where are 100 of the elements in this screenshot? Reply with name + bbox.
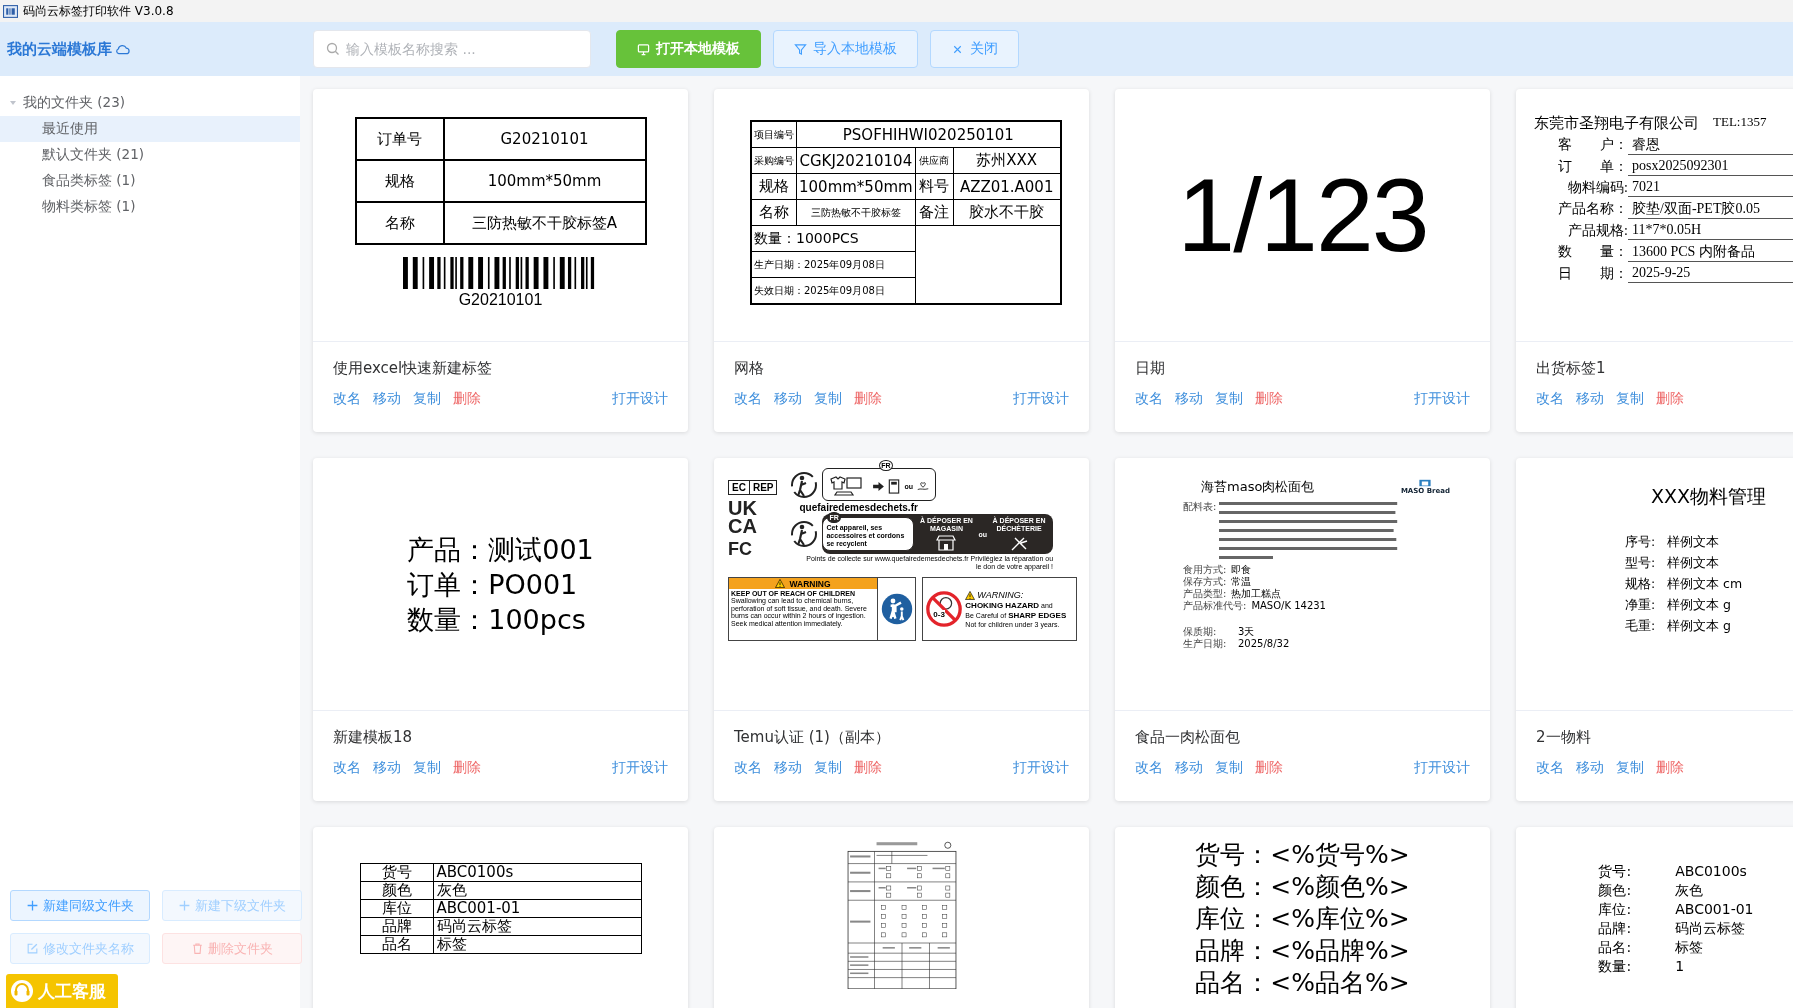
field-label: 数量: bbox=[1598, 958, 1632, 976]
card-action-link[interactable]: 删除 bbox=[453, 759, 481, 777]
card-action-link[interactable]: 复制 bbox=[413, 390, 441, 408]
card-action-link[interactable]: 删除 bbox=[1656, 759, 1684, 777]
label-text: 颜色：<%颜色%> bbox=[1195, 871, 1410, 903]
open-design-link[interactable]: 打开设计 bbox=[1414, 759, 1470, 777]
trash-icon bbox=[191, 942, 204, 955]
field-value: 13600 PCS 内附备品 bbox=[1628, 243, 1793, 262]
field-value: posx2025092301 bbox=[1628, 158, 1793, 176]
table-cell: 名称 bbox=[751, 199, 797, 226]
field-value: 灰色 bbox=[1675, 882, 1705, 900]
card-action-link[interactable]: 删除 bbox=[453, 390, 481, 408]
field-value: ABC001-01 bbox=[1675, 901, 1754, 919]
label-text: 订单：PO001 bbox=[407, 567, 579, 602]
card-action-link[interactable]: 改名 bbox=[1135, 390, 1163, 408]
product-title: 海苔maso肉松面包 bbox=[1200, 478, 1315, 496]
field-label: 保存方式: bbox=[1183, 576, 1227, 588]
adult-child-icon bbox=[880, 593, 913, 625]
folder-button[interactable]: 新建同级文件夹 bbox=[10, 890, 150, 921]
table-cell: 灰色 bbox=[433, 881, 641, 900]
template-name: 2一物料 bbox=[1536, 728, 1592, 747]
table-cell: 货号 bbox=[360, 863, 433, 882]
card-action-link[interactable]: 删除 bbox=[1255, 390, 1283, 408]
table-cell: 标签 bbox=[433, 935, 641, 954]
toolbar-button[interactable]: 导入本地模板 bbox=[773, 30, 918, 68]
recycle-icon bbox=[789, 469, 820, 500]
table-cell: 码尚云标签 bbox=[433, 917, 641, 936]
table-cell: 规格 bbox=[751, 173, 797, 200]
card-action-link[interactable]: 改名 bbox=[1135, 759, 1163, 777]
template-name: 网格 bbox=[734, 359, 765, 378]
open-design-link[interactable]: 打开设计 bbox=[612, 390, 668, 408]
card-action-link[interactable]: 复制 bbox=[814, 390, 842, 408]
filter-icon bbox=[794, 42, 807, 56]
toolbar-button[interactable]: 关闭 bbox=[930, 30, 1019, 68]
card-action-link[interactable]: 改名 bbox=[1536, 390, 1564, 408]
card-action-link[interactable]: 复制 bbox=[1215, 390, 1243, 408]
card-action-link[interactable]: 移动 bbox=[1576, 759, 1604, 777]
field-label: 规格: bbox=[1624, 576, 1656, 593]
card-action-link[interactable]: 移动 bbox=[1175, 390, 1203, 408]
field-label: 序号: bbox=[1624, 534, 1656, 551]
card-action-link[interactable]: 移动 bbox=[1576, 390, 1604, 408]
label-text: 品牌：<%品牌%> bbox=[1195, 935, 1410, 967]
label-text: 库位：<%库位%> bbox=[1195, 903, 1410, 935]
table-cell: CGKJ20210104 bbox=[796, 147, 916, 174]
label-text: 货号：<%货号%> bbox=[1195, 839, 1410, 871]
table-cell: 三防热敏不干胶标签 bbox=[796, 199, 916, 226]
library-title: 我的云端模板库 bbox=[7, 39, 112, 59]
card-action-link[interactable]: 移动 bbox=[1175, 759, 1203, 777]
card-action-link[interactable]: 改名 bbox=[1536, 759, 1564, 777]
field-label: 保质期: bbox=[1183, 626, 1218, 638]
field-value: 1 bbox=[1675, 958, 1686, 976]
open-design-link[interactable]: 打开设计 bbox=[1013, 759, 1069, 777]
template-name: 日期 bbox=[1135, 359, 1166, 378]
template-name: Temu认证 (1)（副本） bbox=[734, 728, 891, 747]
card-action-link[interactable]: 移动 bbox=[774, 390, 802, 408]
card-action-link[interactable]: 删除 bbox=[1656, 390, 1684, 408]
field-label: 产品规格: bbox=[1567, 222, 1628, 240]
field-value: 样例文本 g bbox=[1667, 618, 1732, 635]
open-design-link[interactable]: 打开设计 bbox=[1414, 390, 1470, 408]
field-label: 毛重: bbox=[1624, 618, 1656, 635]
open-design-link[interactable]: 打开设计 bbox=[1013, 390, 1069, 408]
table-cell: 规格 bbox=[355, 160, 444, 202]
card-action-link[interactable]: 移动 bbox=[373, 390, 401, 408]
card-action-link[interactable]: 复制 bbox=[1616, 759, 1644, 777]
search-field[interactable]: 输入模板名称搜索 ... bbox=[313, 30, 591, 68]
card-action-link[interactable]: 移动 bbox=[373, 759, 401, 777]
field-label: 产品标准代号: bbox=[1183, 600, 1247, 612]
folder-item[interactable]: 食品类标签 (1) bbox=[0, 168, 300, 194]
card-action-link[interactable]: 移动 bbox=[774, 759, 802, 777]
table-cell: 供应商 bbox=[915, 147, 954, 174]
open-design-link[interactable]: 打开设计 bbox=[612, 759, 668, 777]
template-name: 食品一肉松面包 bbox=[1135, 728, 1241, 747]
field-value: 胶垫/双面-PET胶0.05 bbox=[1628, 200, 1793, 219]
field-value: 热加工糕点 bbox=[1231, 588, 1282, 600]
folder-item[interactable]: 默认文件夹 (21) bbox=[0, 142, 300, 168]
card-action-link[interactable]: 复制 bbox=[1616, 390, 1644, 408]
app-icon bbox=[3, 4, 18, 18]
label-text: 品名：<%品名%> bbox=[1195, 967, 1410, 999]
card-action-link[interactable]: 改名 bbox=[333, 390, 361, 408]
card-action-link[interactable]: 复制 bbox=[814, 759, 842, 777]
table-cell: 订单号 bbox=[355, 118, 444, 160]
ukca-mark: UK CA bbox=[728, 499, 758, 535]
template-name: 出货标签1 bbox=[1536, 359, 1607, 378]
card-action-link[interactable]: 删除 bbox=[854, 390, 882, 408]
warning-title: WARNING bbox=[789, 578, 831, 589]
field-label: 净重: bbox=[1624, 597, 1656, 614]
card-action-link[interactable]: 删除 bbox=[854, 759, 882, 777]
folder-item[interactable]: 物料类标签 (1) bbox=[0, 194, 300, 220]
card-action-link[interactable]: 改名 bbox=[734, 390, 762, 408]
table-cell: 项目编号 bbox=[751, 121, 797, 148]
toolbar-button[interactable]: 打开本地模板 bbox=[616, 30, 761, 68]
card-action-link[interactable]: 复制 bbox=[1215, 759, 1243, 777]
folder-item[interactable]: 我的文件夹 (23) bbox=[0, 90, 300, 116]
card-action-link[interactable]: 复制 bbox=[413, 759, 441, 777]
card-action-link[interactable]: 改名 bbox=[333, 759, 361, 777]
table-cell: 采购编号 bbox=[751, 147, 797, 174]
arrow-icon bbox=[873, 481, 885, 491]
card-action-link[interactable]: 删除 bbox=[1255, 759, 1283, 777]
folder-item[interactable]: 最近使用 bbox=[0, 116, 300, 142]
card-action-link[interactable]: 改名 bbox=[734, 759, 762, 777]
